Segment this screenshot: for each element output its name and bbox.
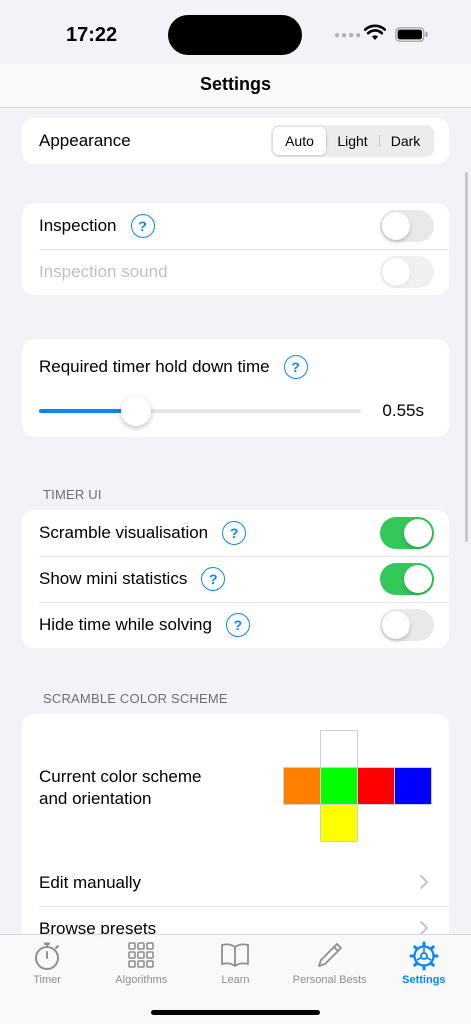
- cube-face-front: [320, 767, 358, 805]
- hide-time-label: Hide time while solving: [39, 615, 212, 634]
- mini-statistics-label: Show mini statistics: [39, 569, 188, 588]
- toggle-knob: [404, 519, 432, 547]
- hide-time-toggle[interactable]: [380, 609, 434, 641]
- tab-label: Learn: [221, 974, 250, 986]
- stopwatch-icon: [35, 942, 60, 970]
- inspection-label: Inspection: [39, 216, 117, 235]
- hold-time-slider[interactable]: [39, 396, 361, 426]
- cellular-signal-icon: ●●●●: [334, 30, 363, 41]
- status-time: 17:22: [66, 24, 118, 46]
- timer-ui-header: TIMER UI: [43, 487, 102, 502]
- page-title: Settings: [199, 74, 271, 94]
- tab-label: Settings: [402, 974, 446, 986]
- cube-face-left: [283, 767, 321, 805]
- inspection-sound-row: Inspection sound: [22, 249, 449, 295]
- appearance-option-light[interactable]: Light: [326, 127, 379, 155]
- appearance-option-auto[interactable]: Auto: [273, 127, 326, 155]
- color-scheme-header: SCRAMBLE COLOR SCHEME: [43, 691, 228, 706]
- appearance-segmented-control[interactable]: Auto Light Dark: [271, 125, 434, 157]
- tab-label: Algorithms: [115, 974, 168, 986]
- inspection-help-icon[interactable]: ?: [130, 214, 155, 238]
- scramble-visualisation-row: Scramble visualisation ?: [22, 510, 449, 556]
- tab-label: Timer: [33, 974, 61, 986]
- mini-statistics-help-icon[interactable]: ?: [201, 567, 226, 591]
- grid-icon: [128, 942, 155, 968]
- home-indicator: [151, 1010, 320, 1015]
- scramble-visualisation-label: Scramble visualisation: [39, 523, 209, 542]
- color-scheme-card: Current color scheme and orientation Edi…: [22, 714, 449, 954]
- tab-label: Personal Bests: [292, 974, 367, 986]
- edit-manually-label: Edit manually: [39, 873, 142, 892]
- navigation-bar: Settings: [0, 64, 471, 108]
- mini-statistics-row: Show mini statistics ?: [22, 556, 449, 602]
- inspection-sound-label: Inspection sound: [39, 262, 168, 281]
- wifi-icon: [364, 24, 386, 40]
- toggle-knob: [382, 611, 410, 639]
- appearance-row: Appearance Auto Light Dark: [22, 118, 449, 164]
- scramble-visualisation-help-icon[interactable]: ?: [222, 521, 247, 545]
- hold-time-value: 0.55s: [382, 401, 424, 420]
- appearance-option-dark[interactable]: Dark: [379, 127, 432, 155]
- mini-statistics-toggle[interactable]: [380, 563, 434, 595]
- inspection-sound-toggle: [380, 256, 434, 288]
- edit-manually-row[interactable]: Edit manually: [22, 860, 449, 906]
- scroll-indicator[interactable]: [465, 172, 468, 542]
- hide-time-row: Hide time while solving ?: [22, 602, 449, 648]
- timer-ui-card: Scramble visualisation ? Show mini stati…: [22, 510, 449, 648]
- inspection-card: Inspection ? Inspection sound: [22, 203, 449, 295]
- toggle-knob: [382, 258, 410, 286]
- cube-face-bottom: [320, 804, 358, 842]
- pencil-icon: [317, 943, 342, 967]
- current-scheme-row: Current color scheme and orientation: [22, 714, 449, 860]
- hold-time-help-icon[interactable]: ?: [283, 355, 308, 379]
- hold-time-label: Required timer hold down time: [39, 357, 270, 376]
- scramble-visualisation-toggle[interactable]: [380, 517, 434, 549]
- hide-time-help-icon[interactable]: ?: [225, 613, 250, 637]
- book-icon: [221, 943, 250, 967]
- hold-time-card: Required timer hold down time ? 0.55s: [22, 339, 449, 437]
- toggle-knob: [382, 212, 410, 240]
- appearance-card: Appearance Auto Light Dark: [22, 118, 449, 164]
- inspection-toggle[interactable]: [380, 210, 434, 242]
- chevron-right-icon: [420, 875, 428, 889]
- cube-face-right: [357, 767, 395, 805]
- battery-icon: [395, 27, 428, 42]
- cube-face-back: [394, 767, 432, 805]
- current-scheme-label: Current color scheme and orientation: [39, 767, 202, 808]
- toggle-knob: [404, 565, 432, 593]
- appearance-label: Appearance: [39, 131, 131, 150]
- hold-time-header: Required timer hold down time ?: [39, 355, 308, 379]
- dynamic-island: [168, 15, 302, 55]
- slider-knob[interactable]: [120, 396, 151, 426]
- cube-face-top: [320, 730, 358, 768]
- tab-timer[interactable]: Timer: [0, 935, 94, 1024]
- cube-net: [283, 730, 433, 842]
- gear-icon: [409, 941, 439, 971]
- inspection-row: Inspection ?: [22, 203, 449, 249]
- status-bar: 17:22 ●●●●: [0, 0, 471, 64]
- tab-settings[interactable]: Settings: [377, 935, 471, 1024]
